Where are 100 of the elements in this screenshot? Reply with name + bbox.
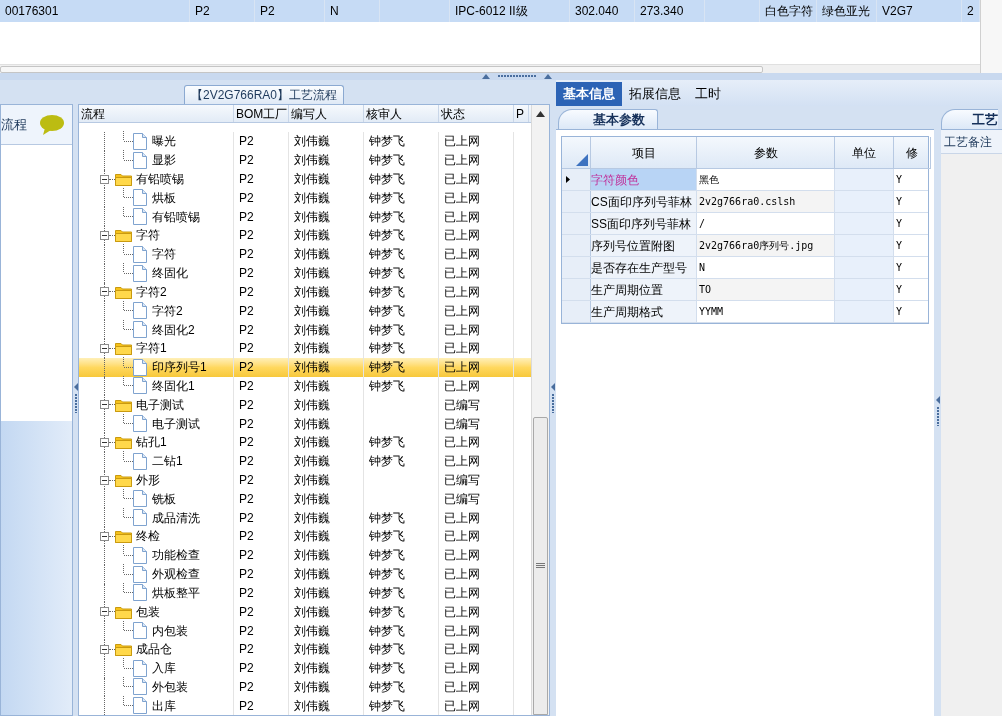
tree-row[interactable]: 电子测试 P2 刘伟巍 已编写 (79, 395, 531, 415)
tree-row[interactable]: 终固化 P2 刘伟巍 钟梦飞 已上网 (79, 263, 531, 283)
tree-row[interactable]: 外包装 P2 刘伟巍 钟梦飞 已上网 (79, 677, 531, 697)
table-cell-text: 刘伟巍 (294, 208, 330, 226)
tree-row[interactable]: 烘板整平 P2 刘伟巍 钟梦飞 已上网 (79, 583, 531, 603)
tree-row[interactable]: 出库 P2 刘伟巍 钟梦飞 已上网 (79, 696, 531, 715)
scrollbar-thumb[interactable] (533, 417, 548, 715)
column-header[interactable]: 单位 (852, 143, 876, 162)
tree-row[interactable]: 外观检查 P2 刘伟巍 钟梦飞 已上网 (79, 564, 531, 584)
column-header[interactable]: 修 (906, 143, 918, 162)
tree-label: 成品仓 (136, 641, 172, 659)
tree-row[interactable]: 字符2 P2 刘伟巍 钟梦飞 已上网 (79, 301, 531, 321)
tree-row[interactable]: 成品仓 P2 刘伟巍 钟梦飞 已上网 (79, 639, 531, 659)
tree-row[interactable]: 显影 P2 刘伟巍 钟梦飞 已上网 (79, 150, 531, 170)
tree-row[interactable]: 电子测试 P2 刘伟巍 已编写 (79, 414, 531, 433)
tree-row[interactable]: 二钻1 P2 刘伟巍 钟梦飞 已上网 (79, 451, 531, 471)
collapse-icon[interactable] (100, 607, 109, 617)
table-cell-text: P2 (239, 302, 254, 320)
table-cell-text: 钟梦飞 (369, 321, 405, 339)
column-header[interactable]: BOM工厂 (236, 105, 288, 122)
tab[interactable]: 工时 (688, 82, 728, 106)
table-cell-text: 已上网 (444, 340, 480, 358)
table-cell-text: 已上网 (444, 566, 480, 584)
tree-row[interactable]: 功能检查 P2 刘伟巍 钟梦飞 已上网 (79, 545, 531, 565)
tree-row[interactable]: 印序列号1 P2 刘伟巍 钟梦飞 已上网 (79, 357, 531, 377)
splitter-grip-icon[interactable] (73, 383, 78, 413)
table-cell-text: 刘伟巍 (294, 189, 330, 207)
tree-row[interactable]: 字符 P2 刘伟巍 钟梦飞 已上网 (79, 244, 531, 264)
tree-label: 有铅喷锡 (152, 208, 200, 226)
column-header[interactable]: 流程 (81, 105, 105, 122)
column-header[interactable]: 核审人 (366, 105, 402, 122)
tree-row[interactable]: 字符2 P2 刘伟巍 钟梦飞 已上网 (79, 282, 531, 302)
table-cell-text: 刘伟巍 (294, 622, 330, 640)
tree-row[interactable]: 外形 P2 刘伟巍 已编写 (79, 470, 531, 490)
collapse-icon[interactable] (100, 644, 109, 654)
splitter-grip-icon[interactable] (482, 74, 552, 79)
tree-row[interactable]: 有铅喷锡 P2 刘伟巍 钟梦飞 已上网 (79, 169, 531, 189)
table-cell-text: Y (896, 239, 903, 253)
table-cell-text: 刘伟巍 (294, 321, 330, 339)
table-cell-text: P2 (239, 472, 254, 490)
tree-row[interactable]: 包装 P2 刘伟巍 钟梦飞 已上网 (79, 602, 531, 622)
scroll-up-icon[interactable] (536, 111, 545, 117)
table-cell: 黑色 (697, 169, 835, 190)
tree-row[interactable]: 字符 P2 刘伟巍 钟梦飞 已上网 (79, 226, 531, 245)
tree-row[interactable]: 入库 P2 刘伟巍 钟梦飞 已上网 (79, 658, 531, 678)
collapse-icon[interactable] (100, 343, 109, 353)
table-cell-text: 刘伟巍 (294, 171, 330, 189)
collapse-icon[interactable] (100, 400, 109, 410)
tree-row[interactable]: 有铅喷锡 P2 刘伟巍 钟梦飞 已上网 (79, 207, 531, 227)
tree-row[interactable]: 曝光 P2 刘伟巍 钟梦飞 已上网 (79, 132, 531, 151)
table-cell-text: 钟梦飞 (369, 227, 405, 245)
tree-label: 电子测试 (136, 396, 184, 414)
column-header[interactable]: 状态 (441, 105, 465, 122)
splitter-grip-icon[interactable] (551, 383, 555, 413)
table-cell-text: 刘伟巍 (294, 302, 330, 320)
collapse-icon[interactable] (100, 287, 109, 297)
tree-label: 钻孔1 (136, 434, 167, 452)
table-cell-text: 已上网 (444, 265, 480, 283)
table-cell-text: 已上网 (444, 453, 480, 471)
collapse-icon[interactable] (100, 230, 109, 240)
document-icon (133, 189, 147, 207)
row-header[interactable] (562, 169, 591, 190)
section-tab[interactable]: 基本参数 (558, 108, 658, 129)
table-cell-text: 刘伟巍 (294, 641, 330, 659)
collapse-icon[interactable] (100, 475, 109, 485)
collapse-icon[interactable] (100, 174, 109, 184)
column-header[interactable]: 编写人 (291, 105, 327, 122)
table-cell-text: 已上网 (444, 152, 480, 170)
document-icon (133, 415, 147, 433)
tree-row[interactable]: 内包装 P2 刘伟巍 钟梦飞 已上网 (79, 621, 531, 640)
collapse-icon[interactable] (100, 437, 109, 447)
table-cell-text: 刘伟巍 (294, 603, 330, 621)
table-cell-text: 已上网 (444, 678, 480, 696)
table-cell-text: P2 (239, 622, 254, 640)
section-tab[interactable]: 工艺 (941, 108, 998, 129)
tree-row[interactable]: 成品清洗 P2 刘伟巍 钟梦飞 已上网 (79, 508, 531, 528)
document-icon (133, 622, 147, 640)
tab[interactable]: 拓展信息 (622, 82, 688, 106)
splitter-grip-icon[interactable] (935, 396, 940, 426)
tree-row[interactable]: 字符1 P2 刘伟巍 钟梦飞 已上网 (79, 338, 531, 358)
tree-label: 字符2 (136, 283, 167, 301)
column-header[interactable]: 项目 (631, 143, 656, 162)
tree-row[interactable]: 钻孔1 P2 刘伟巍 钟梦飞 已上网 (79, 433, 531, 452)
table-cell-text: P2 (239, 265, 254, 283)
table-cell-text: P2 (239, 396, 254, 414)
scrollbar-thumb[interactable] (0, 65, 763, 73)
table-row[interactable]: 00176301 P2 P2 N IPC-6012 II级 302.040 273.340 白色字符 绿色亚光 V2G7 2 (0, 0, 980, 22)
tree-label: 入库 (152, 660, 176, 678)
tree-row[interactable]: 终固化1 P2 刘伟巍 钟梦飞 已上网 (79, 376, 531, 396)
tree-row[interactable]: 铣板 P2 刘伟巍 已编写 (79, 489, 531, 509)
tree-row[interactable]: 烘板 P2 刘伟巍 钟梦飞 已上网 (79, 188, 531, 208)
table-cell-text: 刘伟巍 (294, 415, 330, 433)
document-icon (133, 377, 147, 395)
column-header[interactable]: P (516, 105, 524, 122)
collapse-icon[interactable] (100, 531, 109, 541)
tree-row[interactable]: 终固化2 P2 刘伟巍 钟梦飞 已上网 (79, 320, 531, 339)
tree-row[interactable]: 终检 P2 刘伟巍 钟梦飞 已上网 (79, 527, 531, 546)
column-header[interactable]: 参数 (753, 143, 778, 162)
vertical-scrollbar[interactable] (980, 0, 1002, 73)
tab[interactable]: 基本信息 (556, 82, 622, 106)
